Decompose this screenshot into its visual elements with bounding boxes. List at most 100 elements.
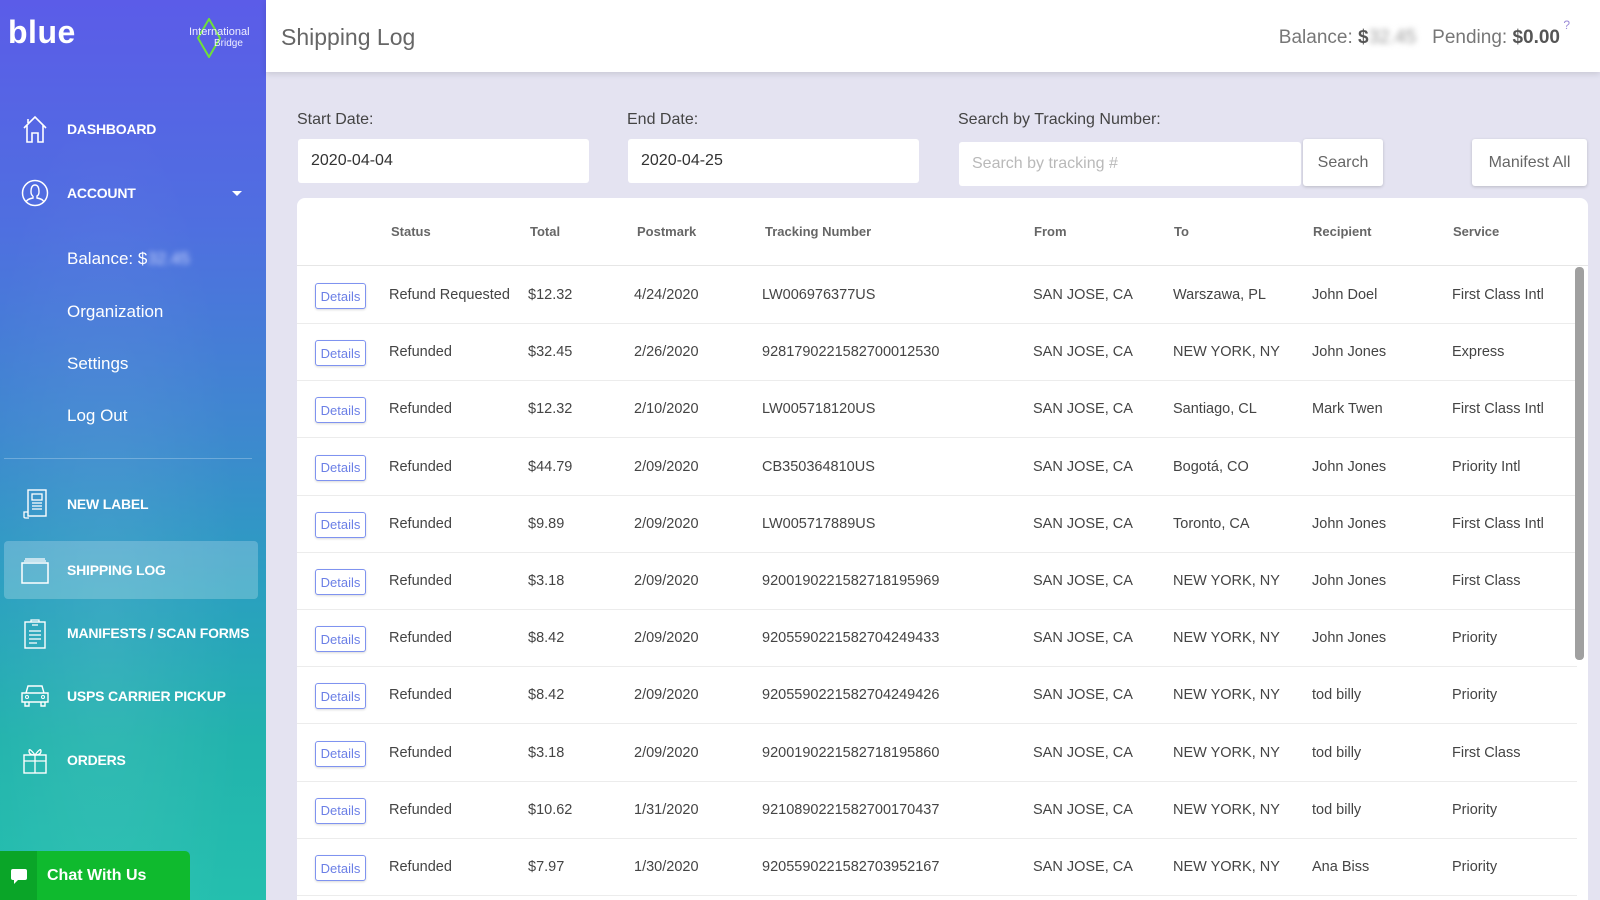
home-icon	[20, 112, 50, 146]
cell-total: $3.18	[528, 744, 565, 761]
cell-postmark: 1/31/2020	[634, 801, 699, 818]
cell-total: $44.79	[528, 458, 573, 475]
cell-status: Refunded	[389, 801, 452, 818]
sidebar-item-manifests[interactable]: MANIFESTS / SCAN FORMS	[0, 604, 266, 662]
cell-status: Refunded	[389, 458, 452, 475]
cell-postmark: 2/26/2020	[634, 344, 699, 361]
cell-postmark: 2/09/2020	[634, 458, 699, 475]
cell-recipient: John Jones	[1312, 515, 1387, 532]
cell-recipient: tod billy	[1312, 801, 1362, 818]
chat-label: Chat With Us	[47, 866, 147, 884]
cell-recipient: tod billy	[1312, 687, 1362, 704]
table-row: Details Refunded $9.89 2/09/2020 LW005717889…	[297, 496, 1577, 553]
sidebar-sub-organization[interactable]: Organization	[67, 302, 163, 322]
cell-recipient: John Jones	[1312, 344, 1387, 361]
sidebar-item-orders[interactable]: ORDERS	[0, 731, 266, 789]
cell-service: First Class Intl	[1452, 515, 1544, 532]
details-button[interactable]: Details	[315, 283, 366, 309]
balance-label: Balance:	[1278, 27, 1353, 48]
sidebar-item-new-label[interactable]: NEW LABEL	[0, 475, 266, 533]
column-header-status[interactable]: Status	[391, 224, 431, 239]
partner-name-line1: International	[189, 26, 250, 38]
manifest-all-button[interactable]: Manifest All	[1472, 139, 1587, 186]
cell-recipient: tod billy	[1312, 744, 1362, 761]
cell-service: Priority	[1452, 801, 1498, 818]
table-scrollbar[interactable]	[1575, 267, 1584, 900]
cell-status: Refunded	[389, 744, 452, 761]
sidebar-sub-logout[interactable]: Log Out	[67, 406, 128, 426]
details-button[interactable]: Details	[315, 569, 366, 595]
cell-postmark: 2/09/2020	[634, 630, 699, 647]
user-circle-icon	[20, 176, 50, 210]
cell-from: SAN JOSE, CA	[1033, 859, 1133, 875]
sidebar-item-shipping-log[interactable]: SHIPPING LOG	[4, 541, 258, 599]
sidebar-item-label: USPS CARRIER PICKUP	[67, 688, 226, 704]
cell-tracking-number: 9205590221582704249426	[762, 687, 940, 704]
details-button[interactable]: Details	[315, 855, 366, 881]
cell-postmark: 2/09/2020	[634, 515, 699, 532]
cell-to: NEW YORK, NY	[1173, 744, 1280, 761]
sidebar-item-label: NEW LABEL	[67, 496, 149, 512]
details-button[interactable]: Details	[315, 511, 366, 538]
end-date-label: End Date:	[627, 111, 699, 128]
shipping-log-table: Status Total Postmark Tracking Number Fr…	[297, 198, 1588, 900]
balance-currency: $	[1358, 27, 1369, 48]
cell-service: Priority Intl	[1452, 458, 1521, 475]
details-button[interactable]: Details	[315, 740, 366, 767]
column-header-recipient[interactable]: Recipient	[1313, 224, 1372, 239]
sidebar-item-account[interactable]: ACCOUNT	[0, 164, 266, 222]
cell-total: $3.18	[528, 573, 565, 589]
column-header-to[interactable]: To	[1174, 224, 1189, 239]
table-row: Details Refunded $3.18 2/09/2020 92001902215…	[297, 553, 1577, 610]
details-button[interactable]: Details	[315, 626, 366, 653]
sidebar-item-label: DASHBOARD	[67, 121, 157, 137]
cell-to: NEW YORK, NY	[1173, 630, 1280, 647]
chat-bubble-icon	[0, 851, 37, 900]
cell-from: SAN JOSE, CA	[1033, 630, 1133, 647]
end-date-input[interactable]	[628, 139, 919, 183]
help-icon[interactable]: ?	[1563, 18, 1570, 32]
details-button[interactable]: Details	[315, 454, 366, 481]
column-header-postmark[interactable]: Postmark	[637, 224, 696, 239]
column-header-service[interactable]: Service	[1453, 224, 1499, 239]
cell-from: SAN JOSE, CA	[1033, 687, 1133, 704]
cell-tracking-number: 9210890221582700170437	[762, 801, 940, 818]
details-button[interactable]: Details	[315, 797, 366, 824]
cell-to: NEW YORK, NY	[1173, 344, 1280, 361]
details-button[interactable]: Details	[315, 683, 366, 710]
column-header-tracking-number[interactable]: Tracking Number	[765, 224, 871, 239]
sidebar-item-usps-carrier-pickup[interactable]: USPS CARRIER PICKUP	[0, 667, 266, 725]
details-button[interactable]: Details	[315, 397, 366, 424]
page-title: Shipping Log	[281, 24, 416, 50]
chat-with-us-button[interactable]: Chat With Us	[0, 851, 190, 900]
column-header-total[interactable]: Total	[530, 224, 560, 239]
pending-label: Pending:	[1432, 27, 1508, 48]
cell-from: SAN JOSE, CA	[1033, 401, 1133, 418]
balance-label: Balance: $	[67, 249, 148, 268]
top-header: Shipping Log Balance: $32.45 Pending: $0…	[266, 0, 1600, 72]
sidebar-divider	[4, 458, 252, 459]
cell-from: SAN JOSE, CA	[1033, 744, 1133, 761]
cell-total: $10.62	[528, 801, 573, 818]
cell-tracking-number: 9205590221582703952167	[762, 859, 940, 875]
cell-total: $32.45	[528, 344, 573, 361]
tracking-search-input[interactable]	[959, 142, 1301, 186]
header-pending: Pending: $0.00	[1432, 27, 1560, 49]
table-row: Details Refunded $7.97 1/30/2020 92055902215…	[297, 839, 1577, 896]
cell-from: SAN JOSE, CA	[1033, 573, 1133, 589]
brand-logo[interactable]: blue	[8, 14, 76, 51]
details-button[interactable]: Details	[315, 340, 366, 367]
cell-service: Express	[1452, 344, 1505, 361]
cell-to: NEW YORK, NY	[1173, 687, 1280, 704]
cell-service: First Class Intl	[1452, 401, 1544, 418]
start-date-input[interactable]	[298, 139, 589, 183]
caret-down-icon[interactable]	[232, 190, 242, 196]
sidebar-sub-settings[interactable]: Settings	[67, 354, 128, 374]
cell-service: Priority	[1452, 859, 1498, 875]
column-header-from[interactable]: From	[1034, 224, 1067, 239]
sidebar-item-dashboard[interactable]: DASHBOARD	[0, 100, 266, 158]
scrollbar-thumb[interactable]	[1575, 267, 1584, 660]
search-button[interactable]: Search	[1303, 139, 1383, 186]
cell-total: $12.32	[528, 401, 573, 418]
car-icon	[20, 679, 50, 713]
